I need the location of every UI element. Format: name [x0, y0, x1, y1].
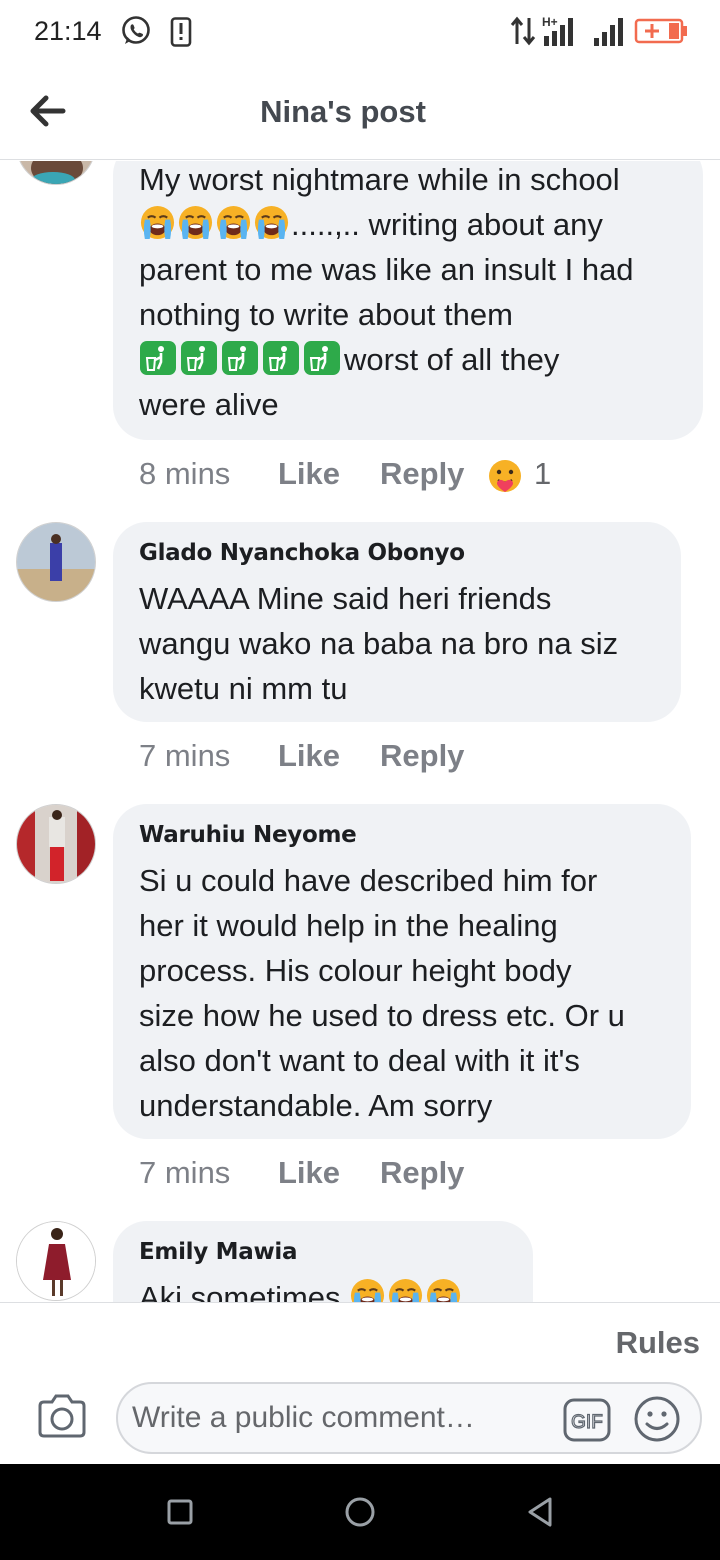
put-litter-in-bin-icon [304, 341, 340, 375]
avatar-photo [17, 161, 95, 184]
comment-actions: 8 mins Like Reply 1 [139, 456, 699, 500]
loudly-crying-face-icon [216, 205, 251, 240]
comment-input[interactable] [132, 1396, 552, 1440]
status-right-icons: H+ [510, 14, 690, 50]
rules-link[interactable]: Rules [616, 1325, 700, 1361]
comment-text-line: were alive [139, 387, 279, 422]
gif-icon[interactable]: GIF [562, 1397, 612, 1443]
comment-composer: GIF [0, 1378, 720, 1464]
comment-text-line: nothing to write about them [139, 297, 513, 332]
page-title: Nina's post [260, 94, 426, 129]
comment-bubble[interactable]: Emily Mawia Aki sometimes [113, 1221, 533, 1302]
camera-icon[interactable] [36, 1392, 88, 1440]
svg-text:H+: H+ [542, 15, 558, 29]
care-reaction-icon[interactable] [487, 458, 523, 494]
comment-text: My worst nightmare while in school .....… [139, 161, 677, 427]
comment-text-line: WAAAA Mine said heri friends [139, 581, 552, 616]
signal-icon: H+ [542, 15, 573, 46]
battery-icon [634, 18, 687, 44]
comment-time: 8 mins [139, 456, 231, 491]
comment-text-line: Si u could have described him for [139, 863, 598, 898]
comment-text-line: her it would help in the healing [139, 908, 558, 943]
avatar[interactable] [16, 1221, 96, 1301]
avatar[interactable] [16, 804, 96, 884]
put-litter-in-bin-icon [181, 341, 217, 375]
back-button[interactable] [522, 1494, 558, 1530]
put-litter-in-bin-icon [222, 341, 258, 375]
put-litter-in-bin-icon [140, 341, 176, 375]
like-button[interactable]: Like [278, 738, 340, 774]
reply-button[interactable]: Reply [380, 1155, 464, 1191]
like-button[interactable]: Like [278, 1155, 340, 1191]
rules-bar: Rules [0, 1302, 720, 1378]
loudly-crying-face-icon [389, 1278, 423, 1302]
loudly-crying-face-icon [178, 205, 213, 240]
comment-input-box[interactable]: GIF [116, 1382, 702, 1454]
loudly-crying-face-emoji [139, 205, 291, 242]
comment-time: 7 mins [139, 1155, 231, 1190]
loudly-crying-face-icon [427, 1278, 461, 1302]
put-litter-in-bin-icon [263, 341, 299, 375]
comment-text-fragment: worst of all they [344, 342, 560, 377]
comment-text-fragment: .....,.. writing about any [291, 207, 603, 242]
comment-text: Si u could have described him for her it… [139, 858, 665, 1128]
comment-text-line: process. His colour height body [139, 953, 572, 988]
comment-text-line: size how he used to dress etc. Or u [139, 998, 625, 1033]
loudly-crying-face-icon [351, 1278, 385, 1302]
avatar-photo [17, 1222, 95, 1300]
top-bar: Nina's post [0, 64, 720, 160]
status-bar: 21:14 H+ [0, 0, 720, 64]
comment-bubble[interactable]: Waruhiu Neyome Si u could have described… [113, 804, 691, 1139]
like-button[interactable]: Like [278, 456, 340, 492]
comment-text-line: parent to me was like an insult I had [139, 252, 634, 287]
reaction-count: 1 [534, 456, 552, 491]
loudly-crying-face-emoji [349, 1278, 463, 1302]
avatar-photo [17, 523, 95, 601]
loudly-crying-face-icon [254, 205, 289, 240]
comment-text-line: worst of all they [139, 337, 677, 382]
loudly-crying-face-icon [140, 205, 175, 240]
avatar[interactable] [16, 161, 96, 185]
gif-label: GIF [571, 1412, 603, 1433]
comment-actions: 7 mins Like Reply [139, 1155, 539, 1199]
comment-author[interactable]: Glado Nyanchoka Obonyo [139, 540, 655, 566]
comment-text-line: kwetu ni mm tu [139, 671, 348, 706]
home-button[interactable] [342, 1494, 378, 1530]
avatar[interactable] [16, 522, 96, 602]
comment-text: WAAAA Mine said heri friends wangu wako … [139, 576, 655, 711]
comment-author[interactable]: Waruhiu Neyome [139, 822, 665, 848]
comment-text-line: .....,.. writing about any [139, 202, 677, 247]
phone-icon [170, 17, 192, 47]
comment-bubble[interactable]: Glado Nyanchoka Obonyo WAAAA Mine said h… [113, 522, 681, 722]
reply-button[interactable]: Reply [380, 456, 464, 492]
comment-bubble[interactable]: My worst nightmare while in school .....… [113, 161, 703, 440]
comment-actions: 7 mins Like Reply [139, 738, 539, 782]
emoji-smile-icon[interactable] [632, 1394, 682, 1444]
reply-button[interactable]: Reply [380, 738, 464, 774]
comment-time: 7 mins [139, 738, 231, 773]
whatsapp-icon [122, 16, 150, 44]
comment-text-line: understandable. Am sorry [139, 1088, 493, 1123]
comment-text-line: also don't want to deal with it it's [139, 1043, 580, 1078]
status-time: 21:14 [34, 16, 102, 46]
comment-text-line: wangu wako na baba na bro na siz [139, 626, 619, 661]
comment-text: Aki sometimes [139, 1275, 507, 1302]
put-litter-in-bin-emoji [139, 341, 344, 377]
system-nav-bar [0, 1464, 720, 1560]
comment-text-line: My worst nightmare while in school [139, 162, 620, 197]
comment-author[interactable]: Emily Mawia [139, 1239, 507, 1265]
comments-list[interactable]: My worst nightmare while in school .....… [0, 161, 720, 1302]
data-arrows-icon [510, 16, 536, 46]
recent-apps-button[interactable] [162, 1494, 198, 1530]
avatar-photo [17, 805, 95, 883]
signal-icon-2 [594, 18, 623, 46]
comment-text-fragment: Aki sometimes [139, 1280, 341, 1302]
